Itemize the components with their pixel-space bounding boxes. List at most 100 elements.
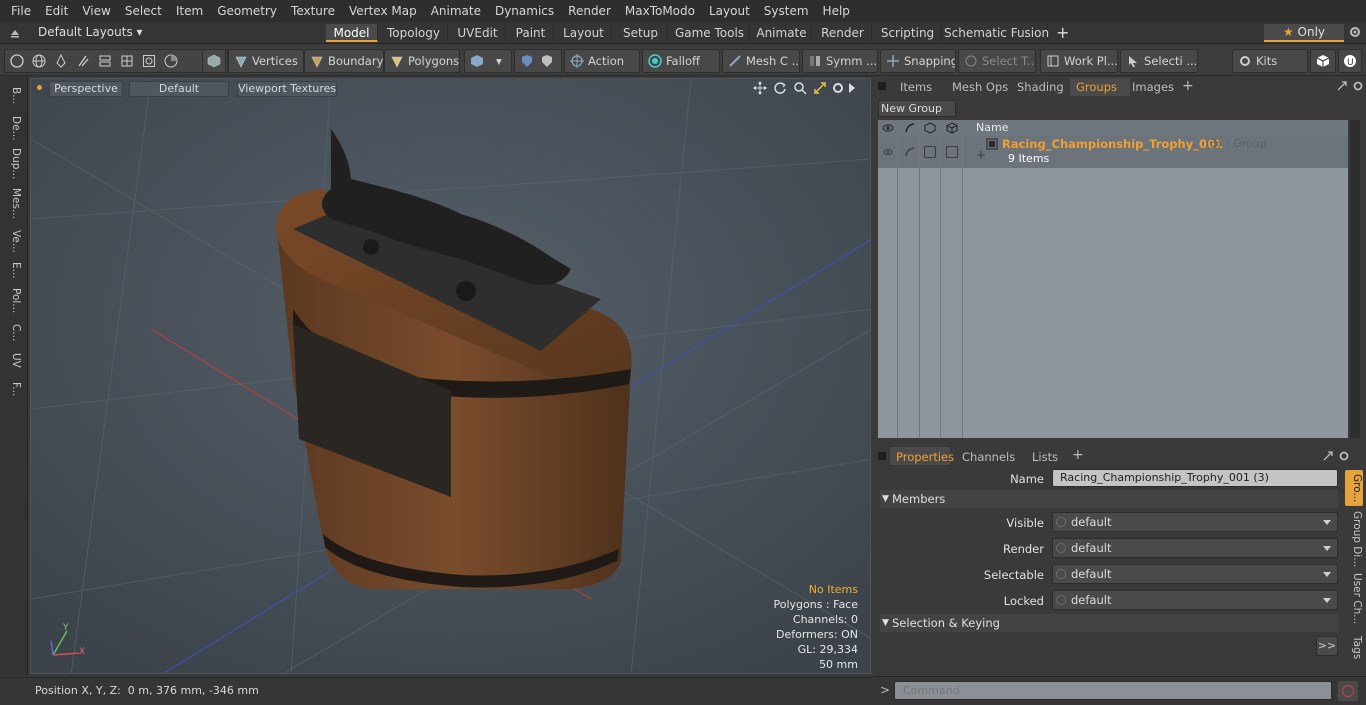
group-row[interactable]: + Racing_Championship_Trophy_001 (3) : G… [878, 136, 1348, 168]
add-panel-tab-icon[interactable]: + [1072, 447, 1084, 463]
tab-model[interactable]: Model [326, 24, 378, 42]
globe-icon[interactable] [32, 54, 46, 68]
add-tab-icon[interactable]: + [1056, 23, 1069, 42]
side-tab-user-channels[interactable]: User Ch... [1345, 572, 1363, 626]
move-view-icon[interactable] [753, 81, 767, 95]
align-icon[interactable] [98, 54, 112, 68]
left-tab-duplicate[interactable]: Dup... [4, 146, 22, 182]
menu-help[interactable]: Help [816, 0, 857, 22]
tab-lists[interactable]: Lists [1032, 450, 1058, 466]
locked-dropdown[interactable]: default [1052, 590, 1338, 610]
layout-collapse-icon[interactable] [8, 25, 22, 39]
polygons-button[interactable]: Polygons [384, 49, 460, 73]
default-layouts-dropdown[interactable]: Default Layouts ▾ [38, 25, 143, 39]
menu-view[interactable]: View [75, 0, 117, 22]
symmetry-button[interactable]: Symm ... [802, 49, 878, 73]
tab-render[interactable]: Render [814, 24, 872, 42]
rotate-view-icon[interactable] [773, 81, 787, 95]
render-icon[interactable] [904, 122, 916, 134]
tab-groups[interactable]: Groups [1076, 80, 1117, 96]
expand-icon[interactable] [1336, 80, 1348, 92]
name-column-header[interactable]: Name [976, 121, 1008, 134]
viewport-settings-icon[interactable] [831, 81, 845, 95]
circle-select-icon[interactable] [10, 54, 24, 68]
menu-edit[interactable]: Edit [38, 0, 75, 22]
modo-logo-button[interactable] [1310, 49, 1336, 73]
tab-animate[interactable]: Animate [752, 24, 812, 42]
tab-properties[interactable]: Properties [896, 450, 954, 466]
selection-sets-button[interactable]: Selecti ... [1120, 49, 1198, 73]
tab-shading[interactable]: Shading [1017, 80, 1064, 96]
kits-button[interactable]: Kits [1232, 49, 1308, 73]
row-render-icon[interactable] [904, 146, 916, 158]
tab-setup[interactable]: Setup [614, 24, 668, 42]
gear-icon[interactable] [1348, 25, 1362, 39]
left-tab-basic[interactable]: B... [4, 82, 22, 110]
only-toggle[interactable]: ★ Only [1264, 24, 1344, 42]
side-tab-tags[interactable]: Tags [1345, 632, 1363, 664]
expand-plus-icon[interactable]: + [976, 148, 986, 162]
command-input[interactable] [894, 681, 1332, 700]
menu-dynamics[interactable]: Dynamics [488, 0, 561, 22]
gear-icon[interactable] [1338, 450, 1350, 462]
tab-topology[interactable]: Topology [380, 24, 448, 42]
menu-render[interactable]: Render [561, 0, 618, 22]
viewport-textures-button[interactable]: Viewport Textures [237, 81, 337, 97]
shading-default-button[interactable]: Default [129, 81, 229, 97]
new-group-button[interactable]: New Group [878, 100, 956, 117]
fit-view-icon[interactable] [813, 81, 827, 95]
tab-images[interactable]: Images [1132, 80, 1174, 96]
boundary-button[interactable]: Boundary [304, 49, 384, 73]
pie-icon[interactable] [164, 54, 178, 68]
tab-mesh-ops[interactable]: Mesh Ops [952, 80, 1008, 96]
visible-dropdown[interactable]: default [1052, 512, 1338, 532]
shield-icon[interactable] [520, 54, 534, 68]
select-cube-icon[interactable] [946, 122, 958, 134]
menu-file[interactable]: File [4, 0, 38, 22]
panel-corner-icon[interactable] [878, 82, 886, 90]
square-circle-icon[interactable] [142, 54, 156, 68]
left-tab-mesh-edit[interactable]: Mes... [4, 184, 22, 224]
brush-icon[interactable] [76, 54, 90, 68]
render-dropdown[interactable]: default [1052, 538, 1338, 558]
left-tab-deform[interactable]: De... [4, 112, 22, 144]
menu-vertex-map[interactable]: Vertex Map [342, 0, 424, 22]
tab-paint[interactable]: Paint [508, 24, 554, 42]
grid-icon[interactable] [120, 54, 134, 68]
menu-select[interactable]: Select [118, 0, 169, 22]
snapping-button[interactable]: Snapping [880, 49, 956, 73]
material-dropdown[interactable]: ▾ [464, 49, 512, 73]
3d-viewport[interactable]: Perspective Default Viewport Textures No… [30, 78, 871, 674]
unreal-button[interactable]: U [1338, 49, 1362, 73]
selection-keying-section[interactable]: ▼ Selection & Keying [880, 614, 1338, 632]
tab-layout[interactable]: Layout [556, 24, 612, 42]
viewport-dot-icon[interactable] [37, 85, 42, 90]
left-tab-vertex[interactable]: Ve... [4, 226, 22, 256]
tab-channels[interactable]: Channels [962, 450, 1015, 466]
left-tab-uv[interactable]: UV [4, 348, 22, 372]
members-section[interactable]: ▼ Members [880, 490, 1338, 508]
left-tab-fusion[interactable]: F... [4, 374, 22, 404]
menu-geometry[interactable]: Geometry [210, 0, 284, 22]
left-tab-edge[interactable]: E... [4, 258, 22, 282]
groups-scrollbar[interactable] [1350, 120, 1360, 438]
viewport-more-icon[interactable] [849, 83, 855, 93]
expand-icon[interactable] [1322, 450, 1334, 462]
item-mode-button[interactable] [202, 49, 226, 73]
row-eye-icon[interactable] [882, 146, 894, 158]
lock-cube-icon[interactable] [924, 122, 936, 134]
action-button[interactable]: Action [564, 49, 640, 73]
menu-layout[interactable]: Layout [702, 0, 757, 22]
menu-animate[interactable]: Animate [424, 0, 488, 22]
record-button[interactable] [1338, 681, 1358, 701]
falloff-button[interactable]: Falloff [642, 49, 720, 73]
vertices-button[interactable]: Vertices [228, 49, 304, 73]
gear-icon[interactable] [1352, 80, 1364, 92]
more-button[interactable]: >> [1316, 636, 1338, 656]
row-lock-checkbox[interactable] [924, 146, 936, 158]
left-tab-curve[interactable]: C... [4, 320, 22, 346]
tab-scripting[interactable]: Scripting [874, 24, 942, 42]
side-tab-group[interactable]: Gro... [1345, 470, 1363, 506]
menu-maxtomodo[interactable]: MaxToModo [618, 0, 702, 22]
pen-icon[interactable] [54, 53, 68, 68]
